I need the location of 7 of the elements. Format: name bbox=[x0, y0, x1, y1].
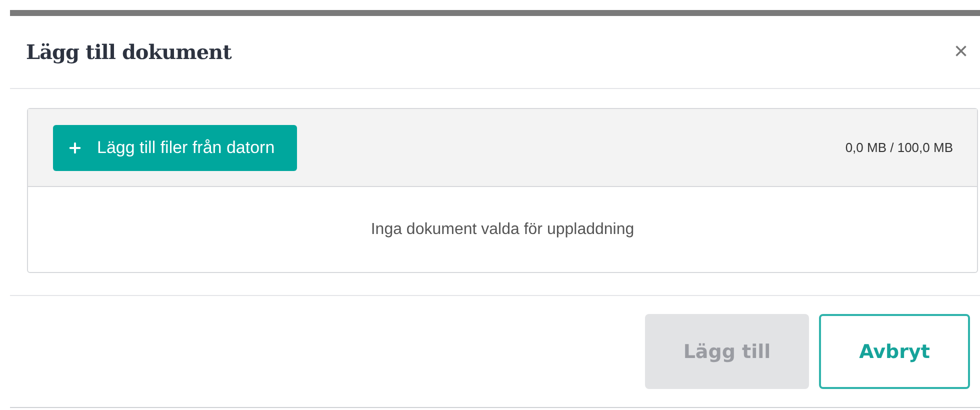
cancel-button[interactable]: Avbryt bbox=[819, 314, 970, 389]
storage-quota: 0,0 MB / 100,0 MB bbox=[845, 140, 953, 155]
empty-message: Inga dokument valda för uppladdning bbox=[370, 220, 634, 238]
dialog-title: Lägg till dokument bbox=[26, 40, 232, 64]
close-button[interactable]: × bbox=[950, 38, 972, 66]
plus-icon bbox=[67, 140, 83, 156]
add-files-button[interactable]: Lägg till filer från datorn bbox=[53, 124, 297, 170]
